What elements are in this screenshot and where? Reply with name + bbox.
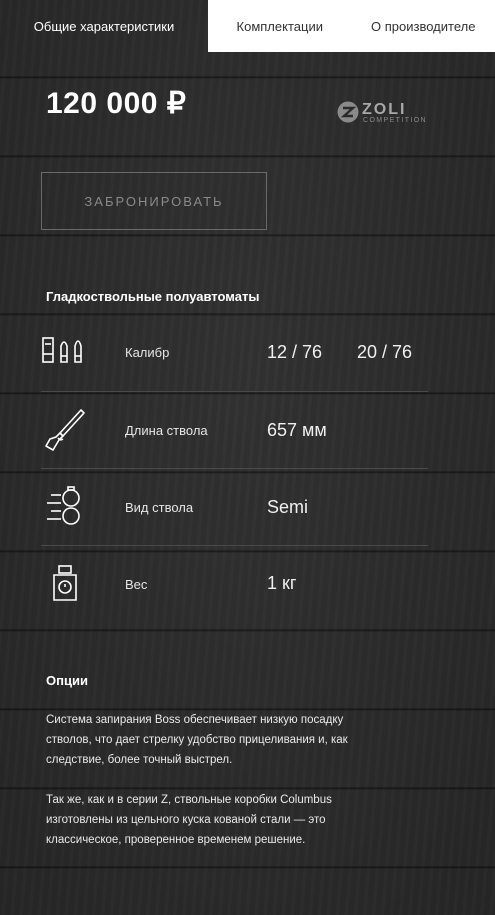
spec-value: 657 мм [267,420,327,440]
spec-value: 12 / 76 [267,342,323,362]
tab-configurations[interactable]: Комплектации [208,0,352,52]
price: 120 000 ₽ [46,87,187,120]
cartridges-icon [42,337,82,363]
spec-value: 1 кг [267,573,297,593]
spec-row-weight: Вес 1 кг [41,546,428,623]
spec-row-barrel-type: Вид ствола Semi [41,469,428,546]
spec-value: Semi [267,497,309,517]
brand-name: ZOLI [362,101,406,118]
options-paragraph: Система запирания Boss обеспечивает низк… [46,714,348,766]
options-paragraph: Так же, как и в серии Z, ствольные короб… [46,794,332,846]
tab-bar: Общие характеристики Комплектации О прои… [0,0,495,52]
page: { "tabs": [ {"label": "Общие характерист… [0,0,495,915]
tab-manufacturer[interactable]: О производителе [352,0,495,52]
tab-general-specs[interactable]: Общие характеристики [0,0,208,52]
spec-label: Калибр [125,345,170,360]
barrel-type-icon [47,486,80,525]
weight-icon [53,565,77,601]
rifle-icon [45,409,85,451]
spec-label: Вес [125,577,148,592]
spec-value: 20 / 76 [357,342,413,362]
tab-bar-inactive-group: Комплектации О производителе [208,0,495,52]
zoli-logo: ZOLI COMPETITION [337,101,427,124]
spec-row-barrel-length: Длина ствола 657 мм [41,392,428,469]
spec-label: Длина ствола [125,423,208,438]
section-title: Гладкоствольные полуавтоматы [46,289,260,304]
spec-row-caliber: Калибр 12 / 76 20 / 76 [41,314,428,391]
options-title: Опции [46,673,88,688]
brand-sub: COMPETITION [363,117,427,124]
reserve-button[interactable]: ЗАБРОНИРОВАТЬ [41,172,267,230]
spec-label: Вид ствола [125,500,194,515]
